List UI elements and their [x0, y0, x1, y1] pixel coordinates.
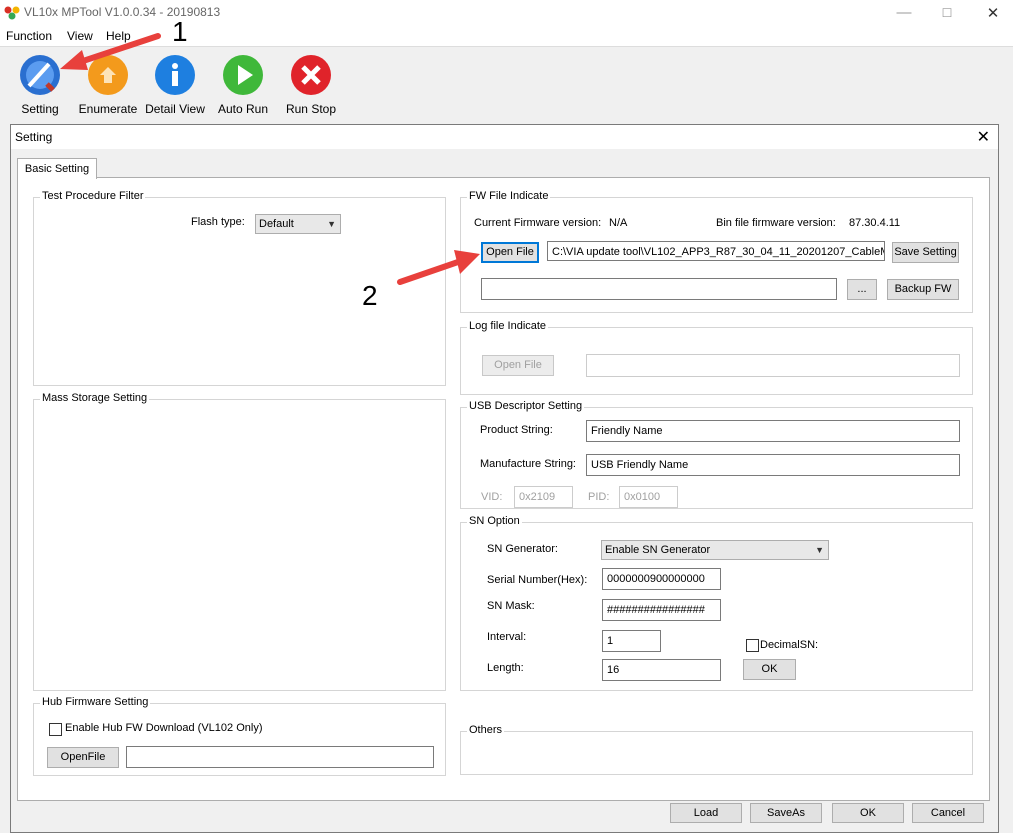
log-file-title: Log file Indicate: [467, 320, 549, 332]
browse-button[interactable]: ...: [847, 279, 877, 300]
decimal-sn-checkbox[interactable]: [746, 639, 759, 652]
sn-option-group: SN Option SN Generator: Enable SN Genera…: [460, 515, 973, 691]
detail-view-label: Detail View: [145, 102, 205, 116]
mass-storage-group: Mass Storage Setting: [33, 392, 446, 691]
pid-label: PID:: [588, 491, 610, 503]
vid-input[interactable]: 0x2109: [514, 486, 573, 508]
usb-descriptor-group: USB Descriptor Setting Product String: F…: [460, 400, 973, 509]
fw-file-title: FW File Indicate: [467, 190, 551, 202]
auto-run-tool-button[interactable]: Auto Run: [208, 50, 278, 116]
dialog-title: Setting: [15, 130, 53, 144]
annotation-number-2: 2: [362, 280, 378, 311]
serial-number-label: Serial Number(Hex):: [487, 574, 588, 586]
log-open-file-button[interactable]: Open File: [482, 355, 554, 376]
load-button[interactable]: Load: [670, 803, 742, 823]
sn-mask-label: SN Mask:: [487, 600, 535, 612]
chevron-down-icon: ▼: [815, 545, 824, 555]
sn-mask-input[interactable]: ################: [602, 599, 721, 621]
test-procedure-group: Test Procedure Filter Flash type: Defaul…: [33, 190, 446, 386]
run-stop-label: Run Stop: [285, 102, 337, 116]
saveas-button[interactable]: SaveAs: [750, 803, 822, 823]
sn-generator-value: Enable SN Generator: [605, 544, 711, 556]
flash-type-select[interactable]: Default ▼: [255, 214, 341, 234]
dialog-title-bar: [11, 125, 998, 149]
test-procedure-title: Test Procedure Filter: [40, 190, 146, 202]
backup-path-input[interactable]: [481, 278, 837, 300]
maximize-button[interactable]: ☐: [937, 6, 957, 20]
sn-generator-select[interactable]: Enable SN Generator ▼: [601, 540, 829, 560]
bin-fw-value: 87.30.4.11: [849, 217, 901, 229]
enumerate-label: Enumerate: [78, 102, 138, 116]
flash-type-value: Default: [259, 218, 294, 230]
hub-firmware-group: Hub Firmware Setting Enable Hub FW Downl…: [33, 696, 446, 776]
app-logo-icon: [4, 6, 20, 20]
annotation-number-1: 1: [172, 16, 188, 47]
ok-button[interactable]: OK: [832, 803, 904, 823]
setting-dialog: Setting ✕ Basic Setting Test Procedure F…: [10, 124, 999, 833]
cancel-button[interactable]: Cancel: [912, 803, 984, 823]
dialog-close-button[interactable]: ✕: [977, 127, 990, 147]
length-input[interactable]: 16: [602, 659, 721, 681]
vid-label: VID:: [481, 491, 503, 503]
log-file-group: Log file Indicate Open File: [460, 320, 973, 395]
current-fw-label: Current Firmware version:: [474, 217, 602, 229]
auto-run-label: Auto Run: [217, 102, 269, 116]
manufacture-string-label: Manufacture String:: [480, 458, 576, 470]
basic-setting-panel: Test Procedure Filter Flash type: Defaul…: [17, 177, 990, 801]
interval-label: Interval:: [487, 631, 527, 643]
sn-option-title: SN Option: [467, 515, 522, 527]
mass-storage-title: Mass Storage Setting: [40, 392, 150, 404]
chevron-down-icon: ▼: [327, 219, 336, 229]
minimize-button[interactable]: —: [894, 4, 914, 21]
log-file-path-input[interactable]: [586, 354, 960, 377]
usb-descriptor-title: USB Descriptor Setting: [467, 400, 585, 412]
hub-firmware-title: Hub Firmware Setting: [40, 696, 151, 708]
app-close-button[interactable]: ✕: [983, 4, 1003, 22]
annotation-arrow-2: [397, 250, 480, 285]
sn-generator-label: SN Generator:: [487, 543, 558, 555]
fw-file-path-input[interactable]: C:\VIA update tool\VL102_APP3_R87_30_04_…: [547, 241, 885, 261]
decimal-sn-label: DecimalSN:: [760, 639, 819, 651]
stop-icon: [291, 55, 331, 95]
sn-ok-button[interactable]: OK: [743, 659, 796, 680]
interval-input[interactable]: 1: [602, 630, 661, 652]
app-title: VL10x MPTool V1.0.0.34 - 20190813: [24, 5, 221, 19]
save-setting-button[interactable]: Save Setting: [892, 242, 959, 263]
serial-number-input[interactable]: 0000000900000000: [602, 568, 721, 590]
others-group: Others: [460, 724, 973, 775]
current-fw-value: N/A: [609, 217, 628, 229]
manufacture-string-input[interactable]: USB Friendly Name: [586, 454, 960, 476]
hub-open-file-button[interactable]: OpenFile: [47, 747, 119, 768]
others-title: Others: [467, 724, 505, 736]
product-string-input[interactable]: Friendly Name: [586, 420, 960, 442]
length-label: Length:: [487, 662, 524, 674]
backup-fw-button[interactable]: Backup FW: [887, 279, 959, 300]
enable-hub-fw-label: Enable Hub FW Download (VL102 Only): [65, 722, 263, 734]
play-icon: [223, 55, 263, 95]
annotation-arrow-1: [60, 33, 161, 70]
product-string-label: Product String:: [480, 424, 553, 436]
flash-type-label: Flash type:: [191, 216, 245, 228]
setting-label: Setting: [21, 102, 59, 116]
pid-input[interactable]: 0x0100: [619, 486, 678, 508]
enable-hub-fw-checkbox[interactable]: [49, 723, 62, 736]
tab-basic-setting[interactable]: Basic Setting: [17, 158, 97, 179]
fw-file-group: FW File Indicate Current Firmware versio…: [460, 190, 973, 313]
hub-fw-path-input[interactable]: [126, 746, 434, 768]
bin-fw-label: Bin file firmware version:: [716, 217, 836, 229]
run-stop-tool-button[interactable]: Run Stop: [276, 50, 346, 116]
